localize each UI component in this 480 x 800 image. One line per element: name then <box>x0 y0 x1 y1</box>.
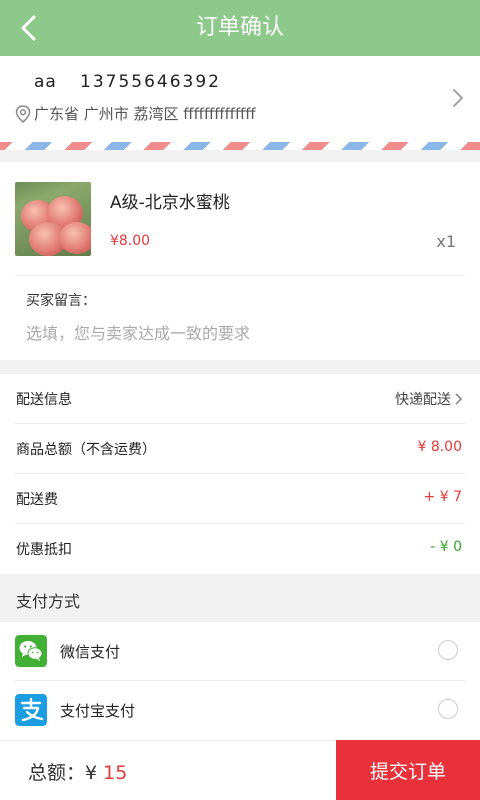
payment-methods: 微信支付 支付宝支付 <box>0 622 480 740</box>
payment-option-label: 微信支付 <box>60 643 121 661</box>
delivery-info-row[interactable]: 配送信息 快递配送 <box>0 374 480 424</box>
subtotal-value: ¥ 8.00 <box>417 439 462 455</box>
chevron-right-icon <box>453 89 463 107</box>
shipping-fee-value: + ¥ 7 <box>423 489 462 505</box>
delivery-method-value: 快递配送 <box>395 389 462 409</box>
discount-value: - ¥ 0 <box>430 539 462 555</box>
delivery-method-text: 快递配送 <box>395 392 451 408</box>
app-header: 订单确认 <box>0 0 480 56</box>
order-summary: 配送信息 快递配送 商品总额（不含运费） ¥ 8.00 配送费 + ¥ 7 优惠… <box>0 374 480 574</box>
recipient-phone: 13755646392 <box>80 72 221 92</box>
payment-option-label: 支付宝支付 <box>60 702 136 720</box>
page-title: 订单确认 <box>195 15 284 40</box>
location-pin-icon <box>15 105 31 123</box>
order-total-label: 总额：¥ <box>28 762 98 784</box>
payment-option-alipay[interactable]: 支付宝支付 <box>0 681 480 740</box>
product-name: A级-北京水蜜桃 <box>110 193 230 213</box>
product-quantity: x1 <box>436 232 456 251</box>
recipient-name: aa <box>34 72 57 92</box>
chevron-right-icon <box>455 393 462 405</box>
subtotal-row: 商品总额（不含运费） ¥ 8.00 <box>0 424 480 474</box>
buyer-message-input[interactable] <box>26 320 456 346</box>
order-total: 总额：¥ 15 <box>28 758 127 785</box>
address-line: 广东省 广州市 荔湾区 ffffffffffffff <box>34 105 256 123</box>
payment-section-title: 支付方式 <box>16 592 81 611</box>
submit-order-button[interactable]: 提交订单 <box>336 740 480 800</box>
payment-section-header: 支付方式 <box>0 574 480 622</box>
discount-row: 优惠抵扣 - ¥ 0 <box>0 524 480 574</box>
product-price: ¥8.00 <box>110 233 151 249</box>
shipping-fee-label: 配送费 <box>16 492 58 508</box>
shipping-address-card[interactable]: aa 13755646392 广东省 广州市 荔湾区 fffffffffffff… <box>0 56 480 142</box>
payment-radio[interactable] <box>438 699 458 719</box>
delivery-info-label: 配送信息 <box>16 392 72 408</box>
payment-option-wechat[interactable]: 微信支付 <box>0 622 480 681</box>
wechat-pay-icon <box>15 635 47 667</box>
divider <box>15 275 465 276</box>
checkout-bar: 总额：¥ 15 提交订单 <box>0 740 480 800</box>
order-item-card: A级-北京水蜜桃 ¥8.00 x1 买家留言： <box>0 162 480 360</box>
payment-radio[interactable] <box>438 640 458 660</box>
subtotal-label: 商品总额（不含运费） <box>16 442 156 458</box>
buyer-message-label: 买家留言： <box>26 293 96 309</box>
alipay-icon <box>15 694 47 726</box>
airmail-stripe-divider <box>0 142 480 150</box>
discount-label: 优惠抵扣 <box>16 542 72 558</box>
shipping-fee-row: 配送费 + ¥ 7 <box>0 474 480 524</box>
product-thumbnail <box>15 182 91 256</box>
order-total-value: 15 <box>103 762 128 784</box>
